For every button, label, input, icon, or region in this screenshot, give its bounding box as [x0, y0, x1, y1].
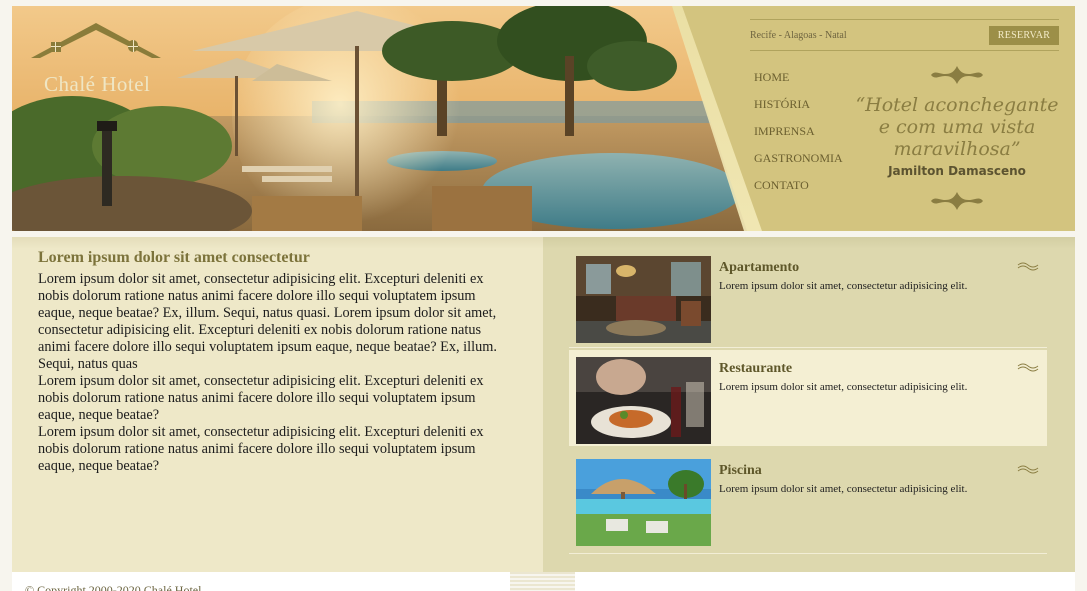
quote-line-1: “Hotel aconchegante [855, 94, 1059, 116]
article-title: Lorem ipsum dolor sit amet consectetur [38, 249, 310, 266]
card-title: Piscina [719, 463, 762, 478]
feature-card-apartamento[interactable]: Apartamento Lorem ipsum dolor sit amet, … [569, 249, 1047, 345]
main-nav: HOME HISTÓRIA IMPRENSA GASTRONOMIA CONTA… [754, 70, 843, 205]
card-desc: Lorem ipsum dolor sit amet, consectetur … [719, 280, 968, 292]
logo[interactable]: Chalé Hotel [26, 20, 166, 96]
header: Chalé Hotel Recife - Alagoas - Natal RES… [12, 6, 1075, 231]
piscina-image [576, 459, 711, 546]
article-paragraph-2: Lorem ipsum dolor sit amet, consectetur … [38, 373, 484, 423]
footer: © Copyright 2000-2020 Chalé Hotel [12, 572, 510, 591]
footer-pattern [510, 572, 575, 591]
nav-item-home[interactable]: HOME [754, 70, 843, 97]
wave-icon [1017, 465, 1039, 474]
card-divider [569, 347, 1047, 348]
article-body: Lorem ipsum dolor sit amet, consectetur … [38, 271, 508, 475]
feature-card-restaurante[interactable]: Restaurante Lorem ipsum dolor sit amet, … [569, 350, 1047, 446]
article-paragraph-3: Lorem ipsum dolor sit amet, consectetur … [38, 424, 484, 474]
apartamento-image [576, 256, 711, 343]
logo-text: Chalé Hotel [44, 72, 151, 96]
ornament-bottom-icon [931, 192, 983, 210]
nav-item-contato[interactable]: CONTATO [754, 178, 843, 205]
quote-text: “Hotel aconchegante e com uma vista mara… [854, 94, 1060, 160]
card-title: Restaurante [719, 361, 793, 376]
article-panel: Lorem ipsum dolor sit amet consectetur L… [12, 237, 543, 572]
wave-icon [1017, 363, 1039, 372]
nav-item-gastronomia[interactable]: GASTRONOMIA [754, 151, 843, 178]
nav-item-historia[interactable]: HISTÓRIA [754, 97, 843, 124]
quote-line-2: e com uma vista [878, 116, 1036, 138]
quote-author: Jamilton Damasceno [888, 164, 1026, 178]
footer-right [575, 572, 1075, 591]
feature-card-piscina[interactable]: Piscina Lorem ipsum dolor sit amet, cons… [569, 452, 1047, 548]
card-title: Apartamento [719, 260, 800, 275]
topbar: Recife - Alagoas - Natal RESERVAR [750, 19, 1059, 51]
testimonial: “Hotel aconchegante e com uma vista mara… [854, 64, 1060, 214]
features-panel: Apartamento Lorem ipsum dolor sit amet, … [543, 237, 1075, 572]
house-logo-icon [31, 23, 161, 58]
ornament-top-icon [931, 66, 983, 84]
wave-icon [1017, 262, 1039, 271]
card-desc: Lorem ipsum dolor sit amet, consectetur … [719, 381, 968, 393]
reserve-button[interactable]: RESERVAR [989, 26, 1059, 45]
article-paragraph-1: Lorem ipsum dolor sit amet, consectetur … [38, 271, 497, 372]
page: Chalé Hotel Recife - Alagoas - Natal RES… [12, 6, 1075, 591]
cities-text: Recife - Alagoas - Natal [750, 30, 847, 41]
card-desc: Lorem ipsum dolor sit amet, consectetur … [719, 483, 968, 495]
nav-item-imprensa[interactable]: IMPRENSA [754, 124, 843, 151]
copyright-text: © Copyright 2000-2020 Chalé Hotel [25, 583, 202, 591]
restaurante-image [576, 357, 711, 444]
card-divider [569, 553, 1047, 554]
quote-line-3: maravilhosa” [893, 138, 1021, 160]
